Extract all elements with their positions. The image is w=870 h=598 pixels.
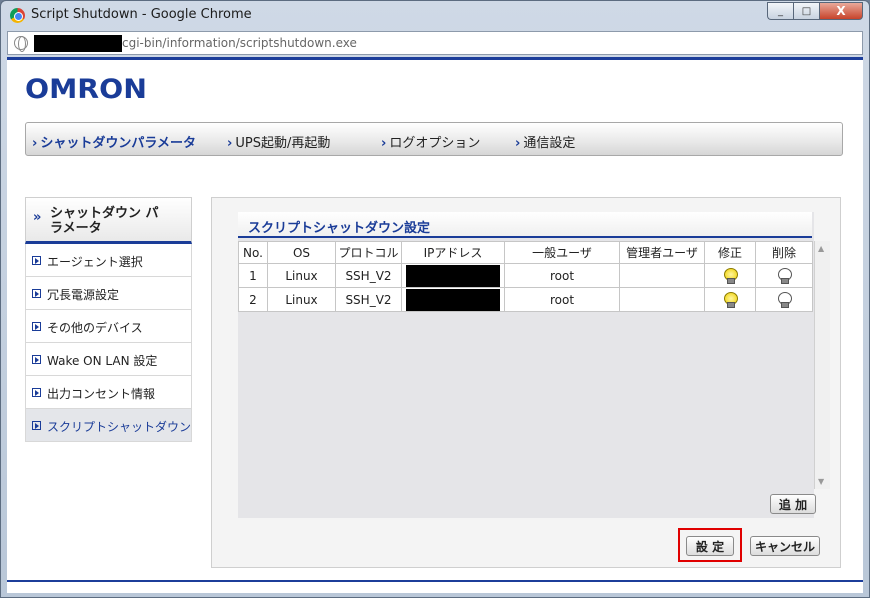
column-header: プロトコル [335,241,402,264]
browser-window: Script Shutdown - Google Chrome _ □ X cg… [0,0,870,598]
column-header: 削除 [755,241,813,264]
row-number: 1 [238,263,268,288]
sidebar-heading: » シャットダウン パラメータ [25,197,192,244]
chevron-right-icon: › [515,136,521,151]
delete-bulb-icon[interactable] [778,268,792,284]
row-ip-address [401,287,505,312]
edit-cell [704,263,756,288]
arrow-box-icon [32,322,41,331]
sidebar-heading-text: シャットダウン パラメータ [50,206,159,236]
nav-label: ログオプション [389,136,481,151]
chrome-icon [10,8,25,23]
row-user: root [504,263,620,288]
row-ip-address [401,263,505,288]
sidebar-item-label: 冗長電源設定 [47,288,120,302]
window-controls: _ □ X [767,2,863,20]
redacted-ip [406,264,500,287]
sidebar-item-label: スクリプトシャットダウン [47,420,192,434]
delete-cell [755,263,813,288]
top-divider [7,57,863,60]
row-os: Linux [267,287,336,312]
title-bar: Script Shutdown - Google Chrome _ □ X [1,1,869,29]
delete-bulb-icon[interactable] [778,292,792,308]
row-admin [619,263,705,288]
table-header-row: No. OS プロトコル IPアドレス 一般ユーザ 管理者ユーザ 修正 削除 [238,241,813,264]
page-content: OMRON › シャットダウンパラメータ › UPS起動/再起動 › ログオプション … [7,57,863,593]
panel-body: スクリプトシャットダウン設定 No. OS プロトコル IPアドレス 一般ユーザ… [238,212,830,518]
nav-label: 通信設定 [523,136,576,151]
chevron-right-icon: › [227,136,233,151]
column-header: OS [267,241,336,264]
sidebar-item-label: Wake ON LAN 設定 [47,354,158,368]
edit-bulb-icon[interactable] [724,268,738,284]
nav-log-options[interactable]: › ログオプション [381,132,480,151]
add-button[interactable]: 追 加 [770,494,816,514]
omron-logo: OMRON [25,74,147,105]
nav-label: UPS起動/再起動 [235,136,331,151]
column-header: IPアドレス [401,241,505,264]
column-header: 一般ユーザ [504,241,620,264]
sidebar-item-wake-on-lan[interactable]: Wake ON LAN 設定 [25,343,192,376]
nav-shutdown-parameters[interactable]: › シャットダウンパラメータ [32,132,196,151]
chevron-right-icon: › [32,136,38,151]
edit-cell [704,287,756,312]
panel-title: スクリプトシャットダウン設定 [238,212,812,238]
table-scrollbar[interactable]: ▲ ▼ [814,241,830,489]
scroll-down-icon[interactable]: ▼ [818,477,824,486]
nav-label: シャットダウンパラメータ [40,136,196,151]
column-header: No. [238,241,268,264]
sidebar-item-label: 出力コンセント情報 [47,387,156,401]
table-row: 1 Linux SSH_V2 root [238,263,813,288]
arrow-box-icon [32,388,41,397]
scroll-up-icon[interactable]: ▲ [818,244,824,253]
script-table: No. OS プロトコル IPアドレス 一般ユーザ 管理者ユーザ 修正 削除 1 [238,241,813,312]
delete-cell [755,287,813,312]
sidebar-item-script-shutdown[interactable]: スクリプトシャットダウン [25,409,192,442]
row-protocol: SSH_V2 [335,287,402,312]
close-button[interactable]: X [819,2,863,20]
redacted-ip [406,288,500,311]
script-shutdown-panel: スクリプトシャットダウン設定 No. OS プロトコル IPアドレス 一般ユーザ… [211,197,841,568]
column-header: 管理者ユーザ [619,241,705,264]
arrow-box-icon [32,421,41,430]
nav-ups-restart[interactable]: › UPS起動/再起動 [227,132,330,151]
row-admin [619,287,705,312]
nav-communication-settings[interactable]: › 通信設定 [515,132,575,151]
top-navigation: › シャットダウンパラメータ › UPS起動/再起動 › ログオプション › 通信設定 [25,122,843,156]
row-os: Linux [267,263,336,288]
sidebar-item-label: その他のデバイス [47,321,143,335]
address-bar[interactable]: cgi-bin/information/scriptshutdown.exe [7,31,863,55]
sidebar-item-redundant-power[interactable]: 冗長電源設定 [25,277,192,310]
url-path: cgi-bin/information/scriptshutdown.exe [122,36,357,50]
table-row: 2 Linux SSH_V2 root [238,287,813,312]
bottom-divider [7,580,863,582]
panel-title-text: スクリプトシャットダウン設定 [248,221,431,236]
double-chevron-icon: » [33,210,42,225]
sidebar-item-label: エージェント選択 [47,255,143,269]
sidebar-item-other-devices[interactable]: その他のデバイス [25,310,192,343]
arrow-box-icon [32,289,41,298]
sidebar-item-outlet-info[interactable]: 出力コンセント情報 [25,376,192,409]
redacted-host [34,35,122,52]
window-title: Script Shutdown - Google Chrome [31,7,252,22]
globe-icon [14,36,28,52]
edit-bulb-icon[interactable] [724,292,738,308]
sidebar-item-agent-select[interactable]: エージェント選択 [25,244,192,277]
save-button[interactable]: 設 定 [686,536,734,556]
sidebar: » シャットダウン パラメータ エージェント選択 冗長電源設定 その他のデバイス… [25,197,192,442]
cancel-button[interactable]: キャンセル [750,536,820,556]
row-number: 2 [238,287,268,312]
chevron-right-icon: › [381,136,387,151]
row-protocol: SSH_V2 [335,263,402,288]
minimize-button[interactable]: _ [767,2,793,20]
arrow-box-icon [32,256,41,265]
arrow-box-icon [32,355,41,364]
column-header: 修正 [704,241,756,264]
maximize-button[interactable]: □ [793,2,819,20]
row-user: root [504,287,620,312]
